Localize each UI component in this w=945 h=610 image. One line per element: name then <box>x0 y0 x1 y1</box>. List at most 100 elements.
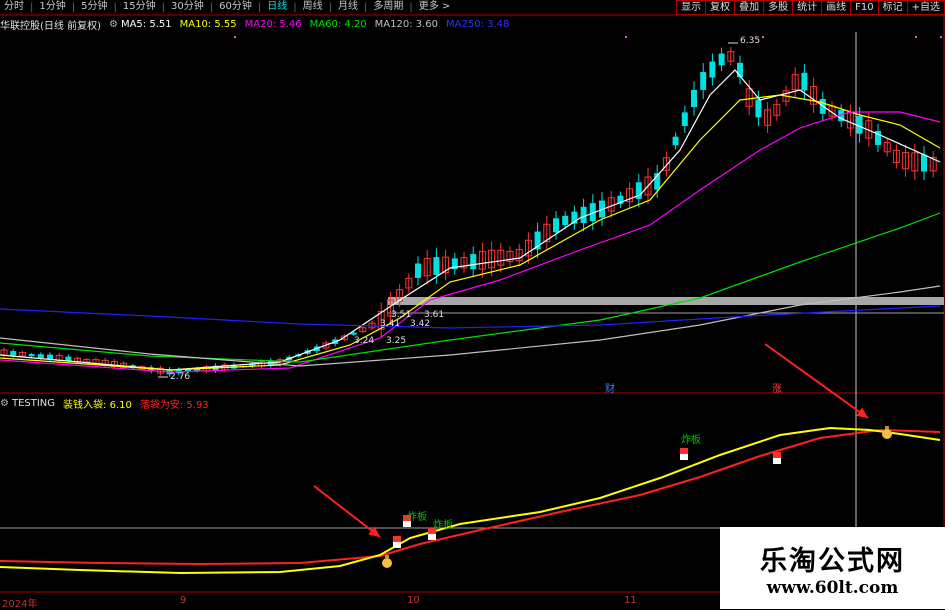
candle <box>700 63 707 99</box>
candle <box>791 67 799 98</box>
money-bag-neck <box>885 426 889 429</box>
stock-name: 华联控股 <box>0 20 40 32</box>
ma60-value: MA60: 4.20 <box>309 18 367 30</box>
candle <box>773 98 781 121</box>
limit-up-marker[interactable]: 涨 <box>772 380 782 395</box>
toolbar: 显示 复权 叠加 多股 统计 画线 F10 标记 +自选 <box>676 0 945 15</box>
price-label-d: 3.42 <box>410 319 431 329</box>
signal-block-bottom <box>393 542 401 548</box>
candle <box>534 222 541 259</box>
price-label-e: 3.24 <box>354 336 375 346</box>
candle-body <box>672 136 679 146</box>
signal-label-2: 炸板 <box>433 520 453 531</box>
top-marker-2 <box>762 36 764 38</box>
settings-icon[interactable]: ⚙ <box>109 19 118 30</box>
candle <box>709 53 716 86</box>
candle <box>423 249 431 285</box>
candle <box>654 164 661 198</box>
signal-block-bottom <box>680 454 688 460</box>
ma60-line <box>0 212 941 363</box>
candle-body <box>801 72 808 91</box>
indicator-settings-icon[interactable]: ⚙ <box>0 398 9 409</box>
price-label-f: 3.25 <box>386 336 407 346</box>
tab-daily[interactable]: 日线 <box>265 0 289 14</box>
candle-body <box>755 99 762 118</box>
mark-button[interactable]: 标记 <box>877 0 908 15</box>
candle-body <box>681 112 688 127</box>
tab-1min[interactable]: 1分钟 <box>37 0 67 14</box>
candle <box>451 252 458 275</box>
candle <box>681 105 688 133</box>
candle <box>47 352 53 362</box>
candle <box>635 173 642 208</box>
ma5-value: MA5: 5.51 <box>120 18 172 30</box>
money-bag-icon-0[interactable] <box>382 555 392 568</box>
signal-block-top <box>773 452 781 458</box>
tab-monthly[interactable]: 月线 <box>336 0 360 14</box>
x-axis-year: 2024年 <box>2 599 38 610</box>
multi-stock-button[interactable]: 多股 <box>763 0 794 15</box>
watermark: 乐淘公式网 www.60lt.com <box>720 527 945 609</box>
candle <box>902 144 910 177</box>
kline-chart[interactable] <box>0 0 945 609</box>
candle <box>892 144 900 169</box>
adjust-button[interactable]: 复权 <box>705 0 736 15</box>
ma250-line <box>0 305 941 329</box>
candle-body <box>470 254 477 270</box>
finance-marker[interactable]: 财 <box>605 380 615 395</box>
candle <box>571 205 578 230</box>
add-watchlist-button[interactable]: +自选 <box>906 0 945 15</box>
ma10-value: MA10: 5.55 <box>179 18 237 30</box>
f10-button[interactable]: F10 <box>850 0 879 15</box>
draw-line-button[interactable]: 画线 <box>821 0 852 15</box>
candle <box>883 138 891 157</box>
price-pane[interactable] <box>0 36 944 378</box>
tab-5min[interactable]: 5分钟 <box>79 0 109 14</box>
tab-weekly[interactable]: 周线 <box>301 0 325 14</box>
candle-body <box>580 206 587 224</box>
money-bag-neck <box>385 555 389 558</box>
tab-more[interactable]: 更多 > <box>417 0 453 14</box>
candle <box>929 150 937 178</box>
candle <box>359 325 367 334</box>
candle <box>405 273 413 293</box>
ma20-line <box>0 111 941 373</box>
candle <box>810 77 818 113</box>
candle <box>607 191 615 218</box>
tab-multi-period[interactable]: 多周期 <box>371 0 405 14</box>
signal-block-top <box>393 536 401 542</box>
indicator-legend: ⚙ TESTING 装钱入袋: 6.10 落袋为安: 5.93 <box>0 396 217 411</box>
ma250-value: MA250: 3.48 <box>446 18 510 30</box>
money-bag-icon-1[interactable] <box>882 426 892 439</box>
candle <box>737 55 743 85</box>
candle <box>691 81 697 116</box>
top-marker-3 <box>915 36 917 38</box>
candle-body <box>921 154 927 172</box>
indicator-name: TESTING <box>11 397 56 409</box>
candle <box>497 242 505 273</box>
candle-body <box>709 61 716 78</box>
candle <box>470 246 477 277</box>
signal-block-3 <box>680 448 688 460</box>
high-price-label: 6.35 <box>740 36 761 46</box>
tab-fenshi[interactable]: 分时 <box>2 0 26 14</box>
candle <box>662 151 670 177</box>
tab-30min[interactable]: 30分钟 <box>169 0 206 14</box>
candle-body <box>691 89 697 108</box>
candle <box>617 191 624 209</box>
tab-15min[interactable]: 15分钟 <box>121 0 158 14</box>
candle-body <box>28 354 35 357</box>
display-button[interactable]: 显示 <box>676 0 707 15</box>
watermark-title: 乐淘公式网 <box>760 545 905 577</box>
signal-label-3: 炸板 <box>681 435 701 446</box>
candle <box>875 123 881 153</box>
signal-block-bottom <box>773 458 781 464</box>
candle <box>727 46 735 66</box>
watermark-url: www.60lt.com <box>766 577 899 598</box>
x-axis-nov: 11 <box>624 595 637 606</box>
tab-60min[interactable]: 60分钟 <box>217 0 254 14</box>
overlay-button[interactable]: 叠加 <box>734 0 765 15</box>
stats-button[interactable]: 统计 <box>792 0 823 15</box>
signal-arrow-1 <box>313 485 381 538</box>
signal-block-0 <box>393 536 401 548</box>
